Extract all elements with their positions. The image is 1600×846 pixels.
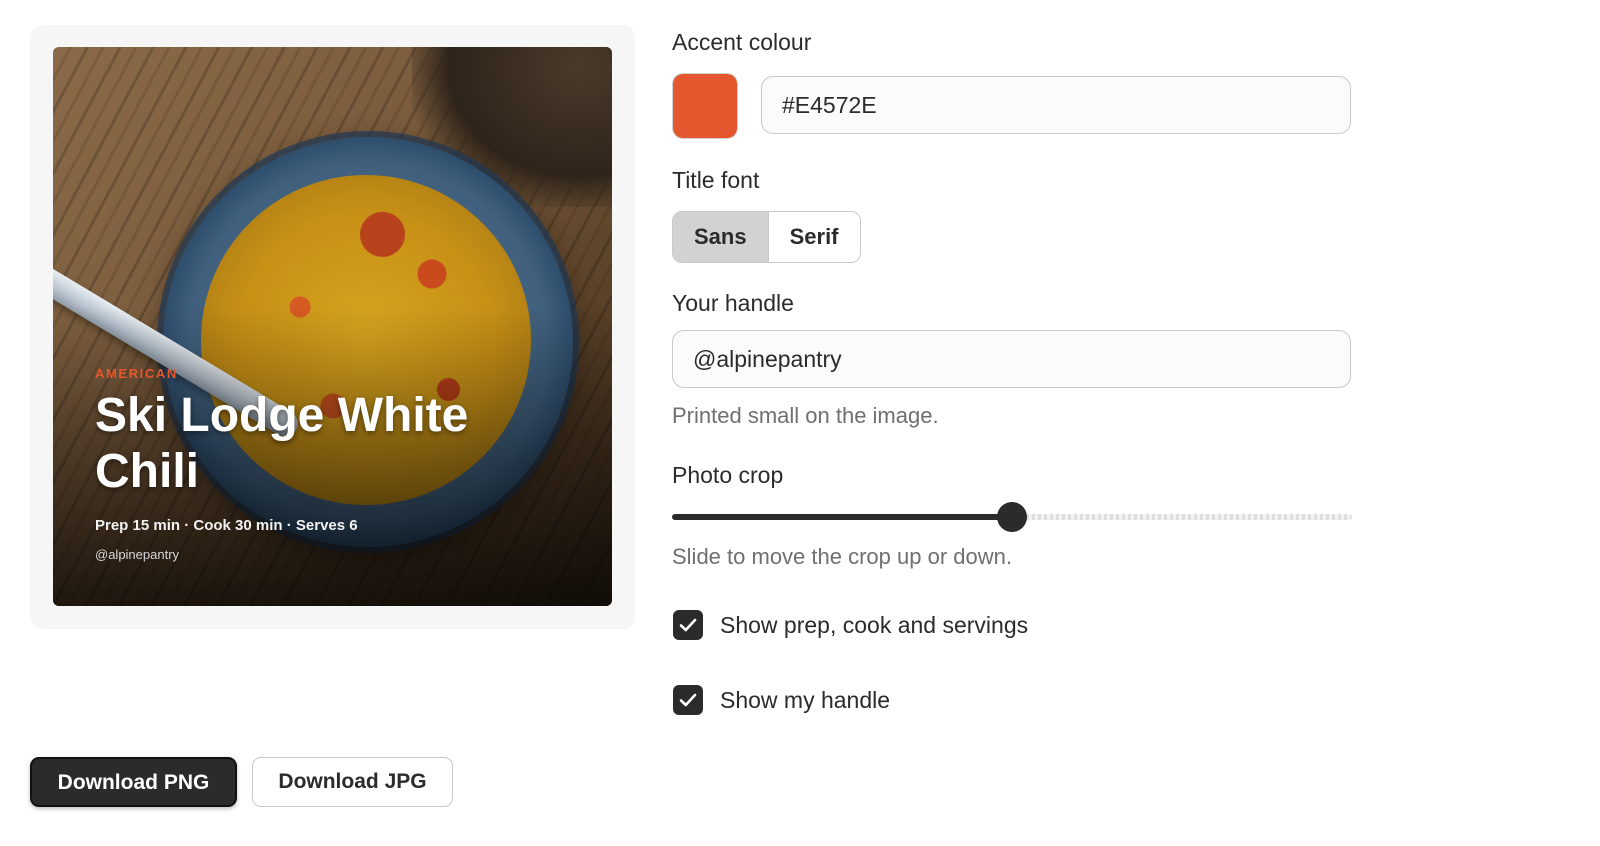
photo-crop-hint: Slide to move the crop up or down. <box>672 544 1012 569</box>
show-meta-option[interactable]: Show prep, cook and servings <box>673 609 1028 641</box>
title-font-label: Title font <box>672 167 760 193</box>
photo-crop-slider[interactable] <box>672 502 1352 532</box>
show-handle-label: Show my handle <box>720 686 891 713</box>
card-title: Ski Lodge White Chili <box>95 389 469 498</box>
handle-input[interactable]: @alpinepantry <box>672 330 1351 388</box>
photo-crop-label: Photo crop <box>672 462 784 488</box>
recipe-card-preview: AMERICAN Ski Lodge White Chili Prep 15 m… <box>53 47 612 606</box>
handle-label: Your handle <box>672 290 794 316</box>
checkmark-icon <box>679 618 697 632</box>
show-handle-checkbox[interactable] <box>673 685 703 715</box>
download-jpg-button[interactable]: Download JPG <box>252 757 453 807</box>
card-category: AMERICAN <box>95 366 178 381</box>
title-font-toggle: Sans Serif <box>672 211 861 263</box>
show-handle-option[interactable]: Show my handle <box>673 684 890 716</box>
accent-colour-input[interactable]: #E4572E <box>761 76 1351 134</box>
download-png-button[interactable]: Download PNG <box>30 757 237 807</box>
card-handle: @alpinepantry <box>95 547 180 562</box>
show-meta-checkbox[interactable] <box>673 610 703 640</box>
show-meta-label: Show prep, cook and servings <box>720 611 1029 638</box>
checkmark-icon <box>679 693 697 707</box>
title-font-sans-button[interactable]: Sans <box>673 212 769 262</box>
accent-colour-swatch[interactable] <box>673 74 737 138</box>
handle-hint: Printed small on the image. <box>672 403 939 428</box>
accent-colour-label: Accent colour <box>672 29 812 55</box>
card-meta: Prep 15 min · Cook 30 min · Serves 6 <box>95 517 358 534</box>
slider-fill <box>672 514 1012 520</box>
title-font-serif-button[interactable]: Serif <box>768 212 860 262</box>
slider-thumb[interactable] <box>997 502 1027 532</box>
